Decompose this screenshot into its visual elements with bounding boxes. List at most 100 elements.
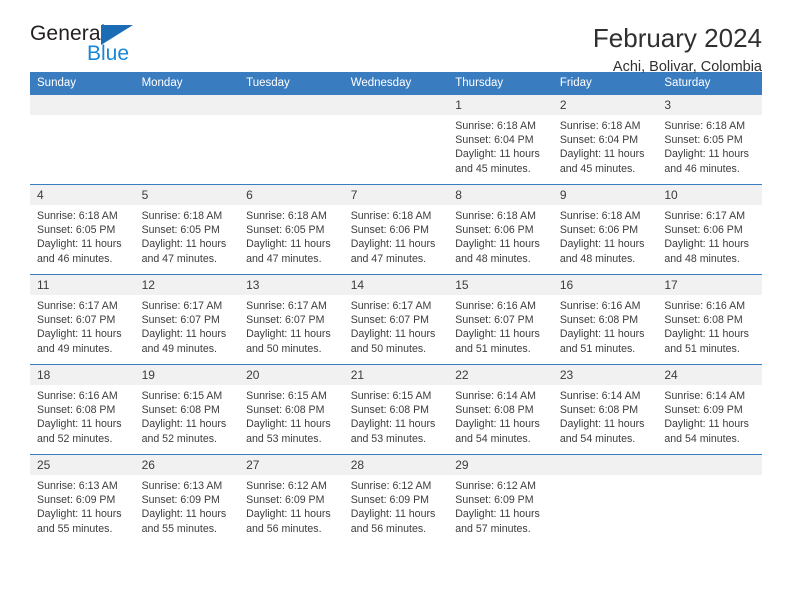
daylight-text: Daylight: 11 hours and 45 minutes.	[559, 148, 645, 175]
calendar-day-cell[interactable]: 4 Sunrise: 6:18 AM Sunset: 6:05 PM Daylight…	[30, 184, 135, 275]
calendar-day-cell[interactable]: 12 Sunrise: 6:17 AM Sunset: 6:07 PM Dayligh…	[134, 274, 240, 365]
calendar-day-cell[interactable]: 18 Sunrise: 6:16 AM Sunset: 6:08 PM Dayligh…	[30, 364, 135, 455]
calendar-day-cell-empty	[343, 94, 449, 185]
daylight-text: Daylight: 11 hours and 46 minutes.	[37, 238, 122, 265]
day-details: Sunrise: 6:15 AM Sunset: 6:08 PM Daylight:…	[135, 385, 240, 446]
day-details: Sunrise: 6:18 AM Sunset: 6:05 PM Daylight:…	[30, 205, 135, 266]
calendar-day-cell[interactable]: 1 Sunrise: 6:18 AM Sunset: 6:04 PM Daylight…	[448, 94, 553, 185]
day-number: 7	[343, 185, 449, 205]
day-details: Sunrise: 6:17 AM Sunset: 6:07 PM Daylight:…	[30, 295, 135, 356]
day-details: Sunrise: 6:16 AM Sunset: 6:07 PM Daylight:…	[448, 295, 553, 356]
calendar-day-cell[interactable]: 21 Sunrise: 6:15 AM Sunset: 6:08 PM Dayligh…	[343, 364, 449, 455]
calendar-day-cell[interactable]: 29 Sunrise: 6:12 AM Sunset: 6:09 PM Dayligh…	[448, 454, 553, 545]
sunrise-text: Sunrise: 6:15 AM	[246, 390, 327, 402]
sunrise-text: Sunrise: 6:13 AM	[37, 480, 118, 492]
sunset-text: Sunset: 6:05 PM	[37, 224, 116, 237]
day-number: 2	[552, 95, 658, 115]
weekday-header-thursday: Thursday	[448, 72, 553, 95]
sunset-text: Sunset: 6:08 PM	[37, 404, 116, 417]
sunset-text: Sunset: 6:09 PM	[141, 494, 220, 507]
day-number: 25	[30, 455, 135, 475]
calendar-day-cell[interactable]: 10 Sunrise: 6:17 AM Sunset: 6:06 PM Dayligh…	[657, 184, 762, 275]
calendar-day-cell[interactable]: 17 Sunrise: 6:16 AM Sunset: 6:08 PM Dayligh…	[657, 274, 762, 365]
sunset-text: Sunset: 6:06 PM	[664, 224, 743, 237]
daylight-text: Daylight: 11 hours and 48 minutes.	[455, 238, 540, 265]
day-number: 20	[239, 365, 344, 385]
sunrise-text: Sunrise: 6:18 AM	[350, 210, 432, 222]
logo-text-blue: Blue	[87, 42, 130, 65]
sunset-text: Sunset: 6:07 PM	[37, 314, 116, 327]
day-number: 15	[448, 275, 553, 295]
calendar-day-cell[interactable]: 19 Sunrise: 6:15 AM Sunset: 6:08 PM Dayligh…	[134, 364, 240, 455]
daylight-text: Daylight: 11 hours and 55 minutes.	[141, 508, 227, 535]
calendar-day-cell[interactable]: 24 Sunrise: 6:14 AM Sunset: 6:09 PM Dayligh…	[657, 364, 762, 455]
calendar-day-cell[interactable]: 6 Sunrise: 6:18 AM Sunset: 6:05 PM Daylight…	[239, 184, 344, 275]
day-details: Sunrise: 6:17 AM Sunset: 6:07 PM Daylight:…	[135, 295, 240, 356]
calendar-day-cell[interactable]: 20 Sunrise: 6:15 AM Sunset: 6:08 PM Dayligh…	[239, 364, 344, 455]
day-number: 17	[657, 275, 762, 295]
day-number: 28	[343, 455, 449, 475]
calendar-day-cell[interactable]: 22 Sunrise: 6:14 AM Sunset: 6:08 PM Dayligh…	[448, 364, 553, 455]
calendar-day-cell[interactable]: 9 Sunrise: 6:18 AM Sunset: 6:06 PM Daylight…	[552, 184, 658, 275]
day-number	[552, 455, 658, 475]
day-number	[239, 95, 344, 115]
daylight-text: Daylight: 11 hours and 47 minutes.	[350, 238, 436, 265]
day-details: Sunrise: 6:13 AM Sunset: 6:09 PM Daylight:…	[135, 475, 240, 536]
calendar-week-row: 25 Sunrise: 6:13 AM Sunset: 6:09 PM Dayligh…	[30, 454, 762, 545]
day-number: 21	[343, 365, 449, 385]
general-blue-logo[interactable]: General Blue	[30, 22, 145, 68]
calendar-day-cell[interactable]: 26 Sunrise: 6:13 AM Sunset: 6:09 PM Dayligh…	[134, 454, 240, 545]
page-header: General Blue February 2024 Achi, Bolivar…	[30, 0, 762, 75]
weekday-header-tuesday: Tuesday	[239, 72, 344, 95]
calendar-day-cell[interactable]: 8 Sunrise: 6:18 AM Sunset: 6:06 PM Daylight…	[448, 184, 553, 275]
calendar-day-cell[interactable]: 13 Sunrise: 6:17 AM Sunset: 6:07 PM Dayligh…	[239, 274, 344, 365]
day-number: 26	[134, 455, 240, 475]
daylight-text: Daylight: 11 hours and 57 minutes.	[455, 508, 540, 535]
weekday-header-monday: Monday	[134, 72, 240, 95]
sunset-text: Sunset: 6:07 PM	[350, 314, 430, 327]
day-number: 1	[448, 95, 553, 115]
calendar-day-cell[interactable]: 11 Sunrise: 6:17 AM Sunset: 6:07 PM Dayligh…	[30, 274, 135, 365]
day-number	[657, 455, 762, 475]
sunrise-text: Sunrise: 6:17 AM	[664, 210, 746, 222]
day-details: Sunrise: 6:18 AM Sunset: 6:06 PM Daylight:…	[448, 205, 553, 266]
calendar-day-cell[interactable]: 27 Sunrise: 6:12 AM Sunset: 6:09 PM Dayligh…	[239, 454, 344, 545]
day-details: Sunrise: 6:17 AM Sunset: 6:06 PM Daylight:…	[657, 205, 762, 266]
sunrise-text: Sunrise: 6:16 AM	[559, 300, 641, 312]
calendar-day-cell[interactable]: 3 Sunrise: 6:18 AM Sunset: 6:05 PM Daylight…	[657, 94, 762, 185]
daylight-text: Daylight: 11 hours and 53 minutes.	[246, 418, 331, 445]
day-details: Sunrise: 6:15 AM Sunset: 6:08 PM Daylight:…	[239, 385, 344, 446]
daylight-text: Daylight: 11 hours and 53 minutes.	[350, 418, 436, 445]
calendar-day-cell[interactable]: 2 Sunrise: 6:18 AM Sunset: 6:04 PM Daylight…	[552, 94, 658, 185]
calendar-day-cell[interactable]: 25 Sunrise: 6:13 AM Sunset: 6:09 PM Dayligh…	[30, 454, 135, 545]
calendar-page: General Blue February 2024 Achi, Bolivar…	[0, 0, 792, 612]
daylight-text: Daylight: 11 hours and 51 minutes.	[559, 328, 645, 355]
sunrise-text: Sunrise: 6:18 AM	[246, 210, 327, 222]
daylight-text: Daylight: 11 hours and 50 minutes.	[350, 328, 436, 355]
sunrise-text: Sunrise: 6:14 AM	[664, 390, 746, 402]
calendar-day-cell[interactable]: 7 Sunrise: 6:18 AM Sunset: 6:06 PM Daylight…	[343, 184, 449, 275]
calendar-day-cell-empty	[30, 94, 135, 185]
sunset-text: Sunset: 6:07 PM	[141, 314, 220, 327]
day-number: 23	[552, 365, 658, 385]
calendar-table: Sunday Monday Tuesday Wednesday Thursday…	[30, 72, 762, 545]
daylight-text: Daylight: 11 hours and 49 minutes.	[141, 328, 227, 355]
calendar-day-cell[interactable]: 28 Sunrise: 6:12 AM Sunset: 6:09 PM Dayligh…	[343, 454, 449, 545]
sunrise-text: Sunrise: 6:14 AM	[559, 390, 641, 402]
day-details: Sunrise: 6:18 AM Sunset: 6:05 PM Daylight:…	[239, 205, 344, 266]
daylight-text: Daylight: 11 hours and 56 minutes.	[246, 508, 331, 535]
sunset-text: Sunset: 6:09 PM	[246, 494, 325, 507]
calendar-day-cell[interactable]: 15 Sunrise: 6:16 AM Sunset: 6:07 PM Dayligh…	[448, 274, 553, 365]
day-number: 9	[552, 185, 658, 205]
day-details: Sunrise: 6:14 AM Sunset: 6:09 PM Daylight:…	[657, 385, 762, 446]
sunrise-text: Sunrise: 6:17 AM	[350, 300, 432, 312]
calendar-day-cell[interactable]: 14 Sunrise: 6:17 AM Sunset: 6:07 PM Dayligh…	[343, 274, 449, 365]
calendar-week-row: 11 Sunrise: 6:17 AM Sunset: 6:07 PM Dayligh…	[30, 274, 762, 365]
sunrise-text: Sunrise: 6:12 AM	[455, 480, 536, 492]
day-number: 29	[448, 455, 553, 475]
calendar-day-cell[interactable]: 23 Sunrise: 6:14 AM Sunset: 6:08 PM Dayligh…	[552, 364, 658, 455]
calendar-day-cell[interactable]: 16 Sunrise: 6:16 AM Sunset: 6:08 PM Dayligh…	[552, 274, 658, 365]
day-details: Sunrise: 6:12 AM Sunset: 6:09 PM Daylight:…	[448, 475, 553, 536]
calendar-day-cell-empty	[657, 454, 762, 545]
calendar-day-cell[interactable]: 5 Sunrise: 6:18 AM Sunset: 6:05 PM Daylight…	[134, 184, 240, 275]
